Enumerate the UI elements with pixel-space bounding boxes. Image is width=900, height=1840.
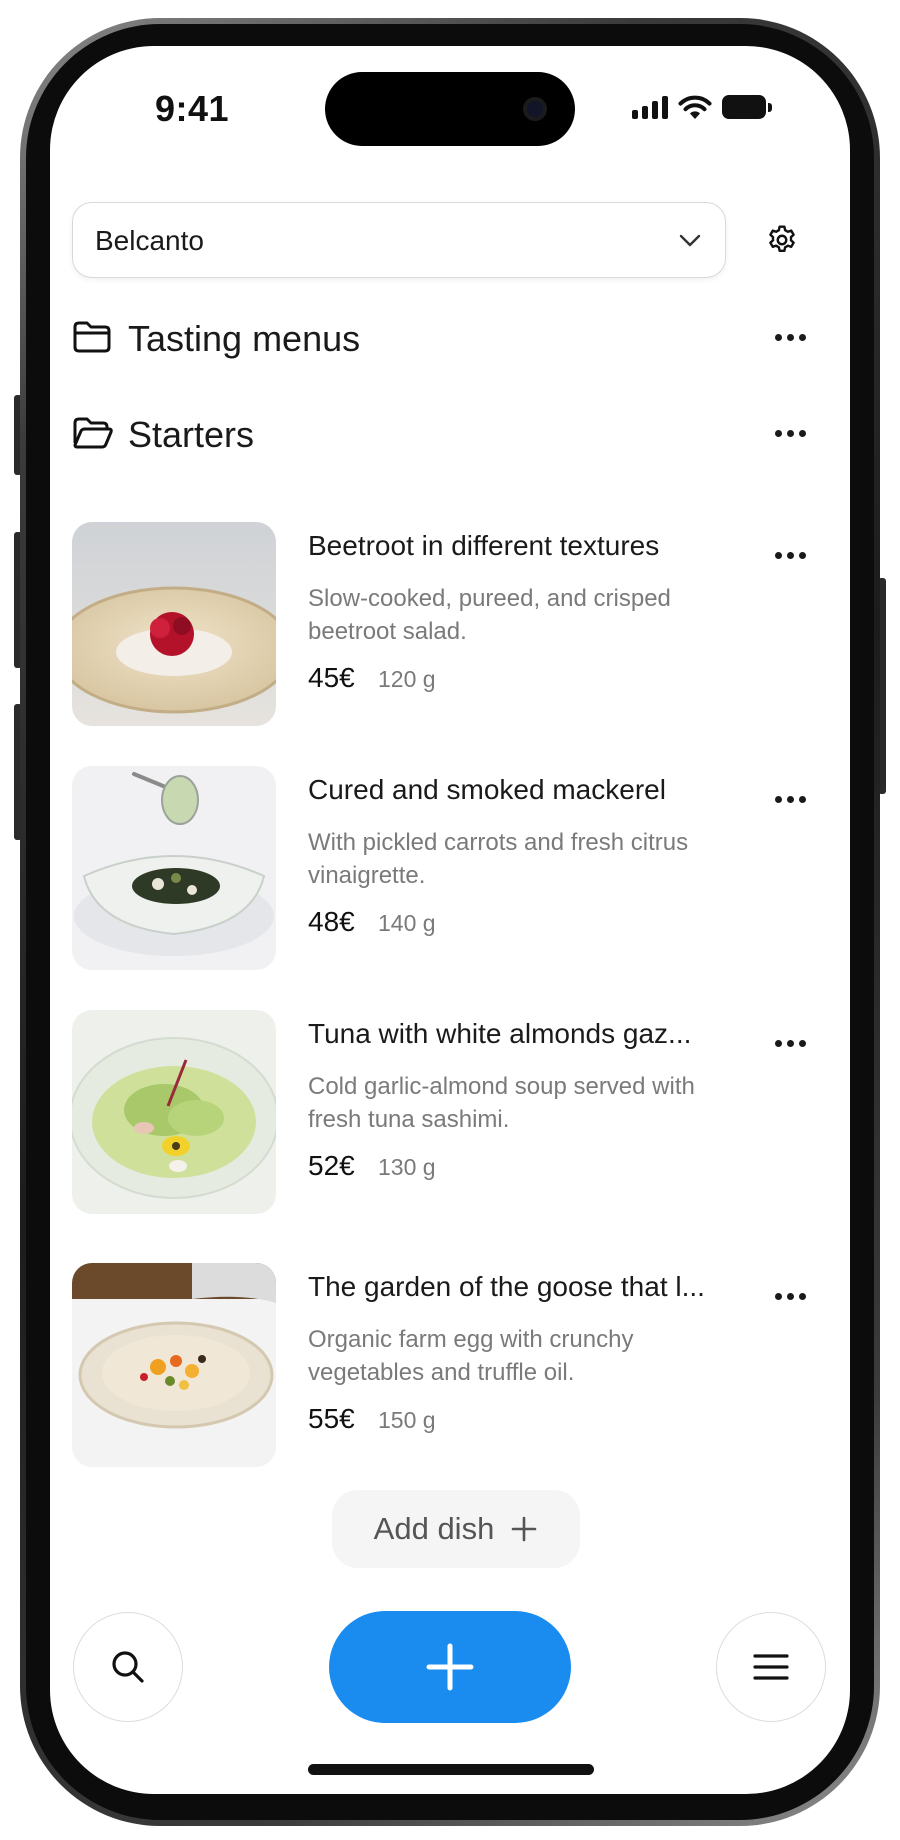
- dish-card[interactable]: Beetroot in different textures Slow-cook…: [72, 522, 812, 726]
- menu-button[interactable]: [716, 1612, 826, 1722]
- restaurant-select-value: Belcanto: [95, 225, 204, 256]
- dish-weight: 140 g: [378, 910, 436, 936]
- dish-description: Organic farm egg with crunchy vegetables…: [308, 1326, 634, 1386]
- dish-more-button[interactable]: [768, 784, 812, 814]
- plus-icon: [512, 1516, 537, 1542]
- dish-weight: 120 g: [378, 666, 436, 692]
- dish-more-button[interactable]: [768, 540, 812, 570]
- cellular-signal-icon: [632, 95, 668, 119]
- folder-open-icon: [73, 417, 113, 449]
- restaurant-select[interactable]: Belcanto: [72, 202, 726, 278]
- add-dish-button[interactable]: Add dish: [332, 1490, 580, 1568]
- dynamic-island: [325, 72, 575, 146]
- gear-icon: [769, 225, 795, 252]
- dish-photo: [72, 522, 276, 726]
- dish-name: Tuna with white almonds gaz...: [308, 1018, 692, 1049]
- chevron-down-icon: [679, 234, 701, 247]
- dish-price: 52€: [308, 1150, 355, 1181]
- dish-photo: [72, 1263, 276, 1467]
- dish-name: The garden of the goose that l...: [308, 1271, 705, 1302]
- category-tasting-menus[interactable]: Tasting menus: [72, 308, 812, 368]
- category-label: Tasting menus: [128, 318, 361, 359]
- add-item-button[interactable]: [329, 1611, 571, 1723]
- dish-description: With pickled carrots and fresh citrus vi…: [308, 829, 689, 889]
- category-more-button[interactable]: [768, 418, 812, 448]
- search-button[interactable]: [73, 1612, 183, 1722]
- home-indicator: [308, 1764, 594, 1775]
- dish-description: Cold garlic-almond soup served with fres…: [308, 1073, 695, 1133]
- dish-more-button[interactable]: [768, 1281, 812, 1311]
- dish-card[interactable]: The garden of the goose that l... Organi…: [72, 1263, 812, 1467]
- dish-photo: [72, 1010, 276, 1214]
- settings-button[interactable]: [760, 218, 804, 262]
- dish-weight: 130 g: [378, 1154, 436, 1180]
- wifi-icon: [678, 95, 712, 119]
- dish-more-button[interactable]: [768, 1028, 812, 1058]
- app-screen: 9:41 Belcanto Tasting menus Starters Bee…: [50, 46, 850, 1794]
- folder-closed-icon: [73, 321, 111, 353]
- category-label: Starters: [128, 414, 255, 455]
- dish-card[interactable]: Cured and smoked mackerel With pickled c…: [72, 766, 812, 970]
- camera-icon: [523, 97, 547, 121]
- dish-price: 45€: [308, 662, 355, 693]
- dish-description: Slow-cooked, pureed, and crisped beetroo…: [308, 585, 671, 645]
- dish-photo: [72, 766, 276, 970]
- search-icon: [112, 1651, 144, 1683]
- category-starters[interactable]: Starters: [72, 404, 812, 464]
- dish-price: 55€: [308, 1403, 355, 1434]
- status-time: 9:41: [155, 88, 230, 129]
- dish-price: 48€: [308, 906, 355, 937]
- dish-card[interactable]: Tuna with white almonds gaz... Cold garl…: [72, 1010, 812, 1214]
- battery-icon: [722, 95, 772, 119]
- dish-name: Cured and smoked mackerel: [308, 774, 666, 805]
- category-more-button[interactable]: [768, 322, 812, 352]
- add-dish-label: Add dish: [373, 1511, 495, 1546]
- dish-weight: 150 g: [378, 1407, 436, 1433]
- dish-name: Beetroot in different textures: [308, 530, 660, 561]
- plus-icon: [426, 1643, 474, 1691]
- status-icons: [632, 94, 772, 120]
- hamburger-menu-icon: [753, 1654, 789, 1680]
